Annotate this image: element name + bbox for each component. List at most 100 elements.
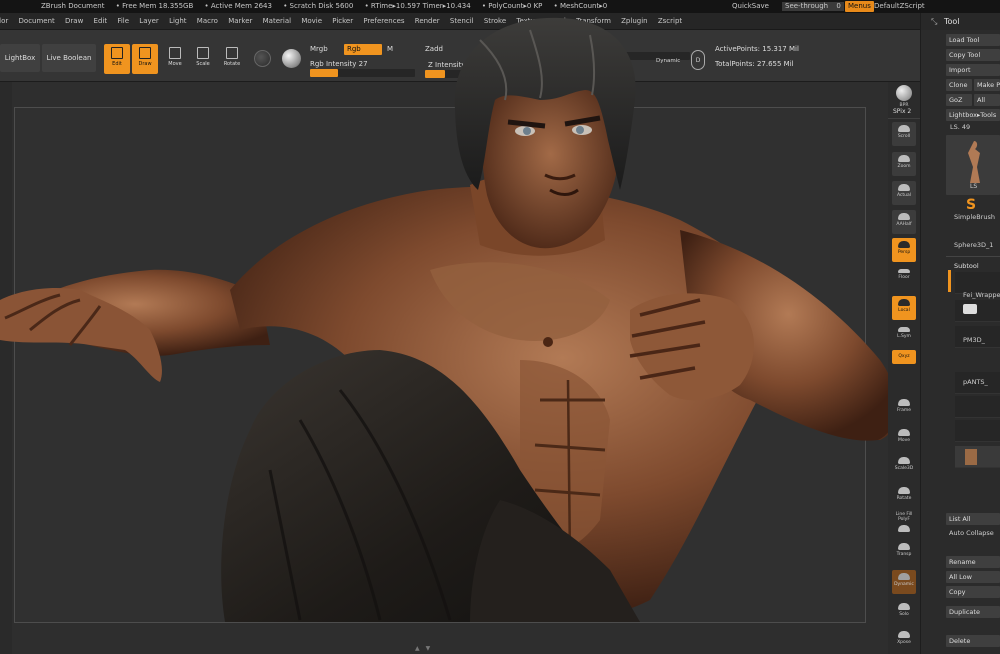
import-button[interactable]: Import — [946, 64, 1000, 76]
polyframe-button[interactable]: Line Fill PolyF — [892, 512, 916, 536]
menu-preferences[interactable]: Preferences — [363, 13, 404, 29]
rgb-intensity-slider[interactable] — [310, 69, 415, 77]
subtool-item[interactable] — [955, 446, 1000, 468]
material-swatch-icon[interactable] — [254, 50, 271, 67]
all-low-button[interactable]: All Low — [946, 571, 1000, 583]
mrgb-toggle[interactable]: Mrgb — [310, 45, 328, 53]
tool-thumbnail[interactable]: LS — [946, 135, 1000, 195]
actual-button[interactable]: Actual — [892, 181, 916, 205]
list-all-button[interactable]: List All — [946, 513, 1000, 525]
rename-button[interactable]: Rename — [946, 556, 1000, 568]
z-intensity-slider[interactable] — [425, 70, 465, 78]
delete-button[interactable]: Delete — [946, 635, 1000, 647]
lsym-button[interactable]: L.Sym — [892, 324, 916, 344]
rotate-view-button[interactable]: Rotate — [892, 484, 916, 508]
menu-marker[interactable]: Marker — [228, 13, 252, 29]
move-button[interactable]: Move — [162, 44, 188, 74]
frame-button[interactable]: Frame — [892, 396, 916, 420]
move-view-button[interactable]: Move — [892, 426, 916, 450]
xpose-button[interactable]: Xpose — [892, 628, 916, 652]
dynamic-icon[interactable]: D — [691, 50, 705, 70]
see-through-slider[interactable]: See-through 0 — [782, 2, 844, 11]
subtool-item[interactable] — [955, 420, 1000, 442]
goz-all-button[interactable]: All — [974, 94, 1000, 106]
transp-button[interactable]: Transp — [892, 540, 916, 564]
menu-color[interactable]: Color — [0, 13, 8, 29]
menu-render[interactable]: Render — [415, 13, 440, 29]
focal-shift-fill — [610, 52, 624, 60]
menu-file[interactable]: File — [117, 13, 129, 29]
solo-button[interactable]: Solo — [892, 600, 916, 624]
draw-label: Draw — [138, 61, 152, 67]
qxyz-button[interactable]: Qxyz — [892, 350, 916, 364]
menu-transform[interactable]: Transform — [576, 13, 611, 29]
goz-button[interactable]: GoZ — [946, 94, 972, 106]
solo-label: Solo — [899, 612, 909, 617]
menu-light[interactable]: Light — [169, 13, 186, 29]
subtool-header[interactable]: Subtool — [954, 262, 979, 270]
menu-macro[interactable]: Macro — [197, 13, 218, 29]
persp-button[interactable]: Persp — [892, 238, 916, 262]
menu-material[interactable]: Material — [263, 13, 291, 29]
subtool-item[interactable]: PM3D_ — [955, 326, 1000, 348]
local-button[interactable]: Local — [892, 296, 916, 320]
spix-label[interactable]: SPix 2 — [893, 108, 911, 115]
menu-draw[interactable]: Draw — [65, 13, 83, 29]
aahalf-button[interactable]: AAHalf — [892, 210, 916, 234]
floor-label: Floor — [898, 275, 910, 280]
qxyz-label: Qxyz — [898, 354, 910, 359]
zoom-label: Zoom — [897, 164, 911, 169]
menu-texture[interactable]: Texture — [516, 13, 542, 29]
lightbox-button[interactable]: LightBox — [0, 44, 40, 72]
tool-palette-header[interactable]: ⤡ Tool — [921, 13, 1000, 30]
duplicate-button[interactable]: Duplicate — [946, 606, 1000, 618]
menu-picker[interactable]: Picker — [332, 13, 353, 29]
rotate-button[interactable]: Rotate — [219, 44, 245, 74]
menu-stroke[interactable]: Stroke — [484, 13, 506, 29]
scroll-button[interactable]: Scroll — [892, 122, 916, 146]
menu-stencil[interactable]: Stencil — [450, 13, 474, 29]
draw-button[interactable]: Draw — [132, 44, 158, 74]
default-zscript[interactable]: DefaultZScript — [874, 0, 925, 13]
rgb-toggle[interactable]: Rgb — [344, 44, 382, 55]
brush-sphere-icon[interactable] — [282, 49, 301, 68]
m-toggle[interactable]: M — [387, 45, 393, 53]
copy-subtool-button[interactable]: Copy — [946, 586, 1000, 598]
move-view-label: Move — [897, 438, 911, 443]
see-through-value: 0 — [836, 2, 841, 10]
menu-zplugin[interactable]: Zplugin — [621, 13, 647, 29]
clone-button[interactable]: Clone — [946, 79, 972, 91]
dynamic-solo-button[interactable]: Dynamic — [892, 570, 916, 594]
dynamic-label[interactable]: Dynamic — [656, 58, 680, 64]
menu-layer[interactable]: Layer — [139, 13, 159, 29]
edit-button[interactable]: Edit — [104, 44, 130, 74]
make-polymesh-button[interactable]: Make P — [974, 79, 1000, 91]
scale3d-button[interactable]: Scale3D — [892, 454, 916, 478]
menu-document[interactable]: Document — [19, 13, 55, 29]
menu-edit[interactable]: Edit — [94, 13, 108, 29]
see-through-label: See-through — [785, 2, 829, 10]
subtool-item[interactable]: Fei_Wrappe — [955, 272, 1000, 299]
zadd-toggle[interactable]: Zadd — [425, 45, 443, 53]
scale-button[interactable]: Scale — [190, 44, 216, 74]
floor-button[interactable]: Floor — [892, 266, 916, 290]
quicksave-button[interactable]: QuickSave — [732, 0, 769, 13]
menu-zscript[interactable]: Zscript — [658, 13, 682, 29]
live-boolean-button[interactable]: Live Boolean — [42, 44, 96, 72]
zoom-button[interactable]: Zoom — [892, 152, 916, 176]
subtool-item[interactable] — [955, 300, 1000, 322]
menu-movie[interactable]: Movie — [301, 13, 322, 29]
auto-collapse-toggle[interactable]: Auto Collapse — [949, 529, 994, 537]
simplebrush-icon[interactable]: S — [966, 197, 976, 213]
z-intensity-label: Z Intensity — [428, 61, 466, 69]
zbrush-window: ZBrush Document • Free Mem 18.355GB • Ac… — [0, 0, 1000, 654]
subtool-item[interactable]: pANTS_ — [955, 372, 1000, 394]
menu-tool[interactable]: Tool — [552, 13, 566, 29]
menus-button[interactable]: Menus — [845, 1, 874, 12]
lightbox-tools-button[interactable]: Lightbox▸Tools — [946, 109, 1000, 121]
copy-tool-button[interactable]: Copy Tool — [946, 49, 1000, 61]
load-tool-button[interactable]: Load Tool — [946, 34, 1000, 46]
subtool-item[interactable] — [955, 396, 1000, 418]
bpr-button[interactable]: BPR — [892, 82, 916, 108]
move-view-icon — [898, 429, 910, 436]
